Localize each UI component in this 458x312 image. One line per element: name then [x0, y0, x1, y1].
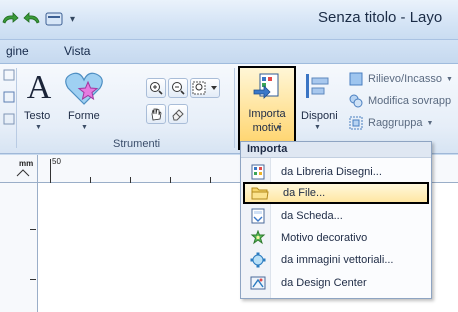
import-motifs-button[interactable]: Importa motivi ▼	[238, 66, 296, 150]
import-icon	[252, 72, 282, 102]
window-icon[interactable]	[44, 10, 64, 28]
window-title: Senza titolo - Layo	[318, 9, 443, 26]
group-separator	[16, 68, 17, 148]
arrange-icon[interactable]	[304, 72, 332, 100]
group-icon	[348, 115, 364, 131]
ruler-tick	[30, 279, 36, 280]
group-label: Raggruppa	[368, 117, 423, 129]
relief-label: Rilievo/Incasso	[368, 73, 442, 85]
chevron-down-icon[interactable]: ▼	[81, 124, 88, 131]
chevron-down-icon[interactable]: ▼	[314, 124, 321, 131]
ribbon-tabs: gine Vista	[0, 40, 458, 64]
group-separator	[234, 68, 235, 148]
edit-overlap-icon	[348, 93, 364, 109]
import-label-line1: Importa	[248, 108, 286, 120]
chevron-down-icon[interactable]: ▼	[35, 124, 42, 131]
menu-item-from-vector-images[interactable]: da immagini vettoriali...	[243, 249, 429, 271]
import-label-line2: motivi	[252, 122, 282, 134]
edit-overlap-label: Modifica sovrapp	[368, 95, 452, 107]
title-bar: ▾ Senza titolo - Layo	[0, 0, 458, 40]
eraser-icon[interactable]	[168, 104, 188, 124]
menu-item-from-design-center[interactable]: da Design Center	[243, 272, 429, 294]
redo-icon[interactable]	[0, 10, 20, 28]
group-button[interactable]: Raggruppa ▼	[348, 114, 433, 132]
pan-hand-icon[interactable]	[146, 104, 166, 124]
relief-emboss-button[interactable]: Rilievo/Incasso ▼	[348, 70, 453, 88]
menu-item-label: da File...	[283, 187, 326, 199]
undo-icon[interactable]	[22, 10, 42, 28]
shapes-tool-label[interactable]: Forme	[68, 110, 100, 122]
design-center-icon	[247, 273, 269, 293]
menu-item-label: da immagini vettoriali...	[281, 254, 394, 266]
folder-icon	[249, 183, 271, 203]
menu-item-from-library[interactable]: da Libreria Disegni...	[243, 161, 429, 183]
shapes-tool-icon[interactable]	[64, 70, 104, 108]
ruler-tick	[50, 159, 51, 183]
menu-header: Importa	[241, 142, 431, 158]
card-icon	[247, 206, 269, 226]
partial-group	[2, 68, 16, 128]
tools-group-label: Strumenti	[113, 138, 161, 150]
ruler-tick	[30, 229, 36, 230]
quick-access-toolbar: ▾	[0, 8, 75, 30]
tab-page[interactable]: gine	[6, 44, 29, 58]
ruler-corner-icon	[16, 169, 30, 177]
tab-view[interactable]: Vista	[64, 44, 90, 58]
arrange-label[interactable]: Disponi	[301, 110, 338, 122]
ruler-unit: mm	[19, 159, 34, 168]
menu-item-label: Motivo decorativo	[281, 232, 368, 244]
menu-item-label: da Scheda...	[281, 210, 343, 222]
edit-overlap-button[interactable]: Modifica sovrapp	[348, 92, 451, 110]
relief-icon	[348, 71, 364, 87]
ruler-label-50: 50	[52, 157, 61, 166]
ruler-corner: mm	[0, 155, 38, 183]
chevron-down-icon: ▼	[445, 75, 453, 83]
menu-item-from-card[interactable]: da Scheda...	[243, 205, 429, 227]
import-dropdown-menu: Importa da Libreria Disegni... da File..…	[240, 141, 432, 299]
menu-item-decorative-pattern[interactable]: Motivo decorativo	[243, 227, 429, 249]
menu-item-label: da Design Center	[281, 277, 367, 289]
vertical-ruler	[0, 183, 38, 312]
zoom-in-icon[interactable]	[146, 78, 166, 98]
zoom-out-icon[interactable]	[168, 78, 188, 98]
text-tool-icon[interactable]: A	[22, 68, 56, 108]
decorative-pattern-icon	[247, 228, 269, 248]
vector-image-icon	[247, 250, 269, 270]
menu-item-from-file[interactable]: da File...	[243, 182, 429, 204]
menu-item-label: da Libreria Disegni...	[281, 166, 382, 178]
zoom-fit-icon[interactable]	[190, 78, 220, 98]
chevron-down-icon: ▼	[426, 119, 434, 127]
text-tool-label[interactable]: Testo	[24, 110, 50, 122]
qat-customize-icon[interactable]: ▾	[70, 14, 75, 25]
chevron-down-icon: ▼	[276, 125, 283, 132]
library-icon	[247, 162, 269, 182]
